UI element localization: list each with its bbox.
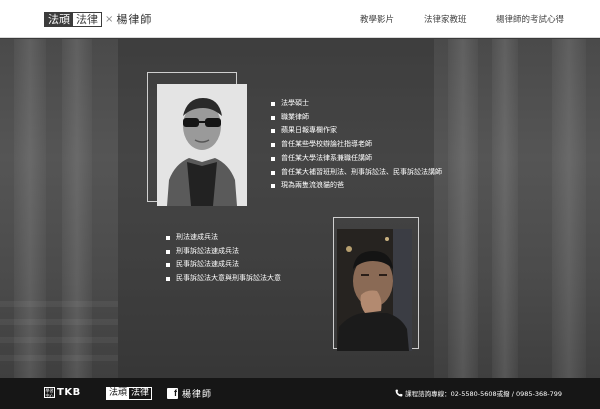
- list-item: 民事訴訟法大意與刑事訴訟法大意: [166, 272, 281, 286]
- list-item: 法學碩士: [271, 97, 442, 111]
- contact-info: 課程諮詢專線：02-5580-5608或撥 / 0985-368-799: [395, 388, 562, 398]
- tkb-seal-icon: 學習 中心: [44, 387, 55, 398]
- background-column: [14, 39, 46, 378]
- background-column: [552, 39, 586, 378]
- list-item: 職業律師: [271, 111, 442, 125]
- background-column: [448, 39, 478, 378]
- facebook-link[interactable]: f 楊律師: [167, 387, 212, 400]
- footer-logo-part-1: 法頑: [107, 388, 130, 399]
- contact-text: 課程諮詢專線：02-5580-5608或撥 / 0985-368-799: [405, 390, 562, 398]
- bullet-icon: [271, 184, 275, 189]
- nav-law-tutoring[interactable]: 法律家教班: [424, 13, 467, 25]
- list-item: 曾任某大學法律系兼職任講師: [271, 152, 442, 166]
- background-column: [62, 39, 92, 378]
- tkb-text: TKB: [57, 387, 81, 398]
- list-item: 民事訴訟法速成兵法: [166, 258, 281, 272]
- portrait-photo-sunglasses: [157, 84, 247, 206]
- courses-list: 刑法速成兵法 刑事訴訟法速成兵法 民事訴訟法速成兵法 民事訴訟法大意與刑事訴訟法…: [166, 231, 281, 286]
- background-step: [0, 301, 118, 307]
- bullet-icon: [271, 156, 275, 161]
- bullet-icon: [271, 143, 275, 148]
- logo-part-2: 法律: [76, 12, 98, 26]
- bullet-icon: [271, 102, 275, 106]
- footer-logo[interactable]: 法頑 法律: [106, 387, 153, 400]
- phone-icon: [395, 389, 403, 397]
- list-item: 曾任某大補習班刑法、刑事訴訟法、民事訴訟法講師: [271, 166, 442, 180]
- logo-separator: ×: [105, 13, 114, 25]
- list-item: 蘋果日報專欄作家: [271, 124, 442, 138]
- logo-part-1: 法頑: [45, 12, 73, 26]
- facebook-icon: f: [167, 388, 178, 399]
- list-item: 刑事訴訟法速成兵法: [166, 245, 281, 259]
- credentials-list: 法學碩士 職業律師 蘋果日報專欄作家 曾任某些學校辯論社指導老師 曾任某大學法律…: [271, 97, 442, 193]
- list-item: 曾任某些學校辯論社指導老師: [271, 138, 442, 152]
- bullet-icon: [166, 249, 170, 254]
- nav-exam-experience[interactable]: 楊律師的考試心得: [496, 13, 564, 25]
- bullet-icon: [166, 277, 170, 282]
- footer-logo-part-2: 法律: [131, 388, 150, 398]
- bullet-icon: [271, 115, 275, 120]
- facebook-page-name: 楊律師: [182, 390, 213, 400]
- nav-teaching-videos[interactable]: 教學影片: [360, 13, 394, 25]
- bullet-icon: [166, 263, 170, 268]
- background-step: [0, 337, 118, 343]
- tkb-logo[interactable]: 學習 中心 TKB: [44, 387, 81, 398]
- background-column: [492, 39, 518, 378]
- bullet-icon: [271, 129, 275, 134]
- background-step: [0, 319, 118, 325]
- logo-name: 楊律師: [116, 13, 153, 26]
- site-footer: 學習 中心 TKB 法頑 法律 f 楊律師 課程諮詢專線：02-5580-560…: [0, 378, 600, 409]
- list-item: 刑法速成兵法: [166, 231, 281, 245]
- site-header: 法頑 法律 × 楊律師 教學影片 法律家教班 楊律師的考試心得: [0, 0, 600, 38]
- bullet-icon: [271, 170, 275, 175]
- bullet-icon: [166, 236, 170, 240]
- portrait-photo-selfie: [337, 229, 412, 351]
- background-step: [0, 355, 118, 361]
- site-logo[interactable]: 法頑 法律 × 楊律師: [44, 11, 152, 27]
- logo-mark: 法頑 法律: [44, 11, 102, 27]
- hero-section: 法學碩士 職業律師 蘋果日報專欄作家 曾任某些學校辯論社指導老師 曾任某大學法律…: [0, 39, 600, 378]
- list-item: 現為兩隻流浪貓的爸: [271, 179, 442, 193]
